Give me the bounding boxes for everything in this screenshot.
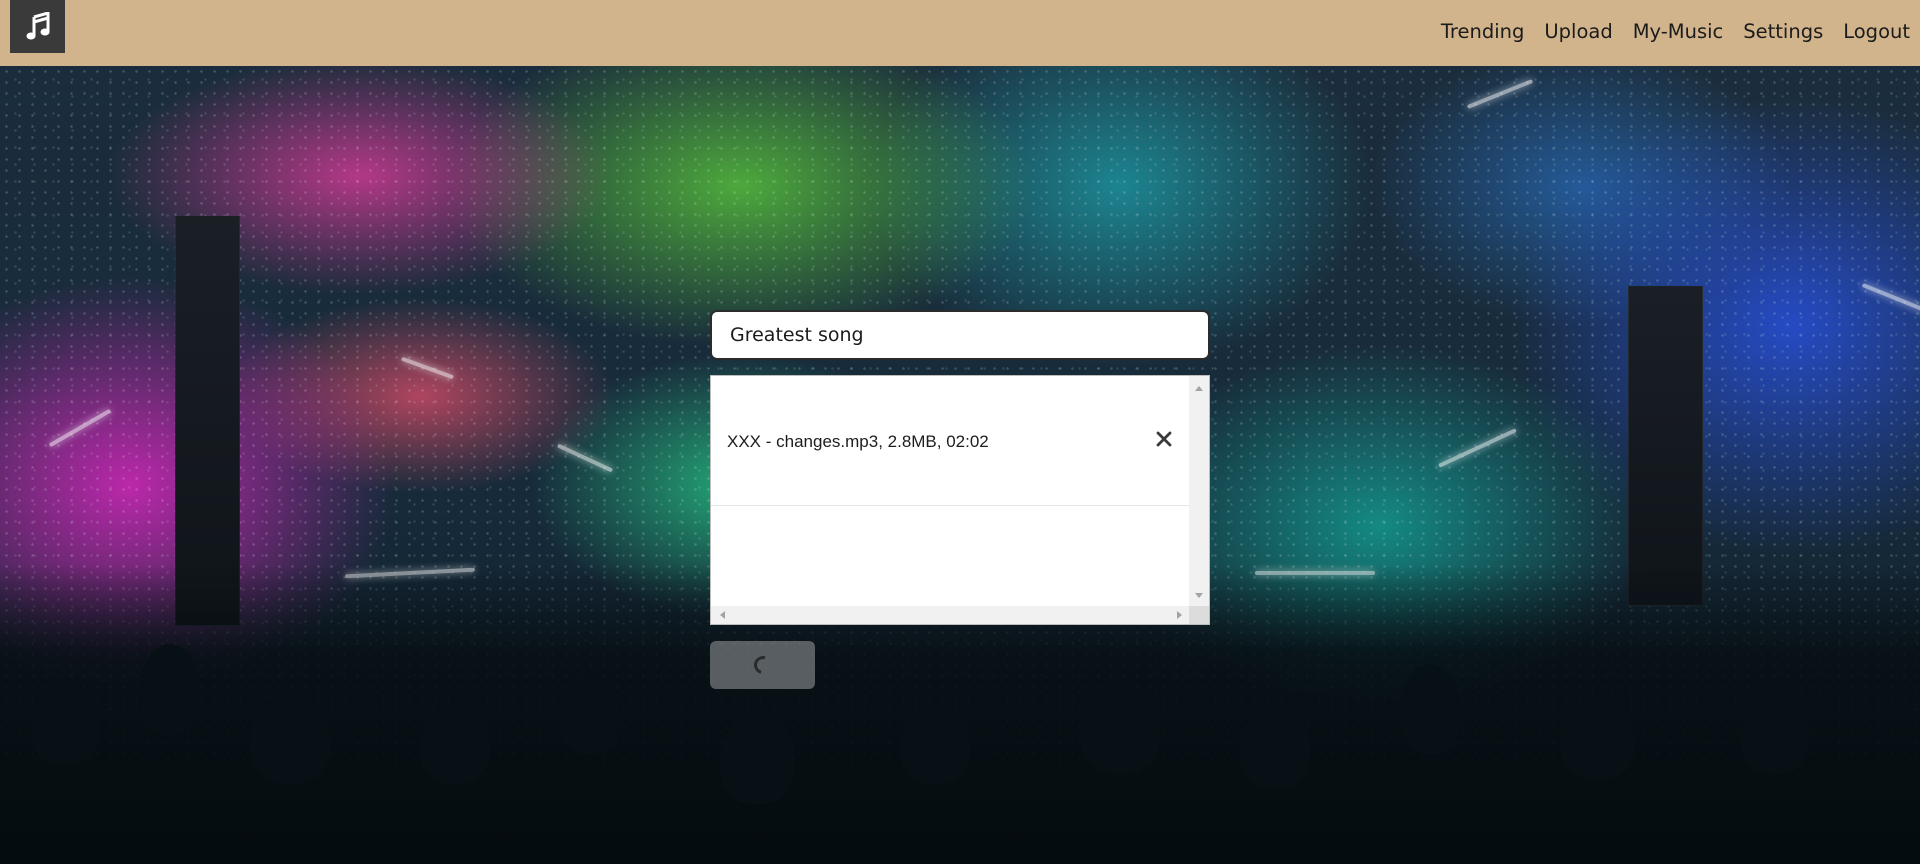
- list-item: XXX - changes.mp3, 2.8MB, 02:02: [711, 376, 1189, 506]
- upload-submit-button[interactable]: [710, 641, 815, 689]
- scroll-up-arrow-icon[interactable]: [1195, 386, 1203, 391]
- nav-logout[interactable]: Logout: [1843, 20, 1910, 43]
- scroll-left-arrow-icon[interactable]: [720, 611, 725, 619]
- main-nav: Trending Upload My-Music Settings Logout: [1441, 0, 1910, 62]
- selected-files-list[interactable]: XXX - changes.mp3, 2.8MB, 02:02: [710, 375, 1210, 625]
- scroll-down-arrow-icon[interactable]: [1195, 593, 1203, 598]
- music-note-icon: [26, 11, 49, 39]
- vertical-scrollbar[interactable]: [1189, 376, 1209, 608]
- file-info: XXX - changes.mp3, 2.8MB, 02:02: [727, 432, 989, 451]
- scrollbar-corner: [1189, 606, 1209, 624]
- spinner-icon: [750, 652, 775, 678]
- close-icon: [1156, 431, 1172, 447]
- nav-settings[interactable]: Settings: [1743, 20, 1823, 43]
- horizontal-scrollbar[interactable]: [711, 606, 1191, 624]
- top-navigation-bar: Trending Upload My-Music Settings Logout: [0, 0, 1920, 66]
- nav-upload[interactable]: Upload: [1544, 20, 1612, 43]
- nav-trending[interactable]: Trending: [1441, 20, 1525, 43]
- song-title-input[interactable]: [710, 310, 1210, 360]
- remove-file-button[interactable]: [1151, 426, 1177, 452]
- app-logo[interactable]: [10, 0, 65, 53]
- scroll-right-arrow-icon[interactable]: [1177, 611, 1182, 619]
- speaker-right: [1628, 286, 1703, 606]
- nav-my-music[interactable]: My-Music: [1633, 20, 1724, 43]
